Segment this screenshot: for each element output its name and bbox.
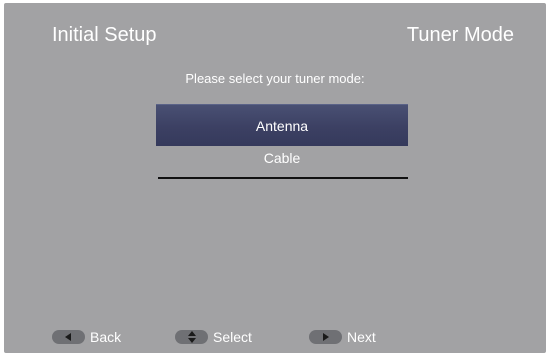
step-title: Tuner Mode [406,24,514,46]
right-arrow-icon [309,330,342,344]
left-arrow-icon [52,330,85,344]
setup-screen: Initial Setup Tuner Mode Please select y… [4,3,546,353]
next-button[interactable]: Next [309,329,376,345]
select-label: Select [213,329,252,345]
option-antenna[interactable]: Antenna [156,104,408,146]
tuner-mode-list: Antenna Cable [156,104,408,179]
page-title: Initial Setup [52,24,157,46]
up-down-arrow-icon [175,330,208,344]
instruction-text: Please select your tuner mode: [185,71,365,86]
select-button[interactable]: Select [175,329,252,345]
option-cable[interactable]: Cable [156,146,408,176]
back-button[interactable]: Back [52,329,121,345]
next-label: Next [347,329,376,345]
list-divider [158,177,408,179]
back-label: Back [90,329,122,345]
